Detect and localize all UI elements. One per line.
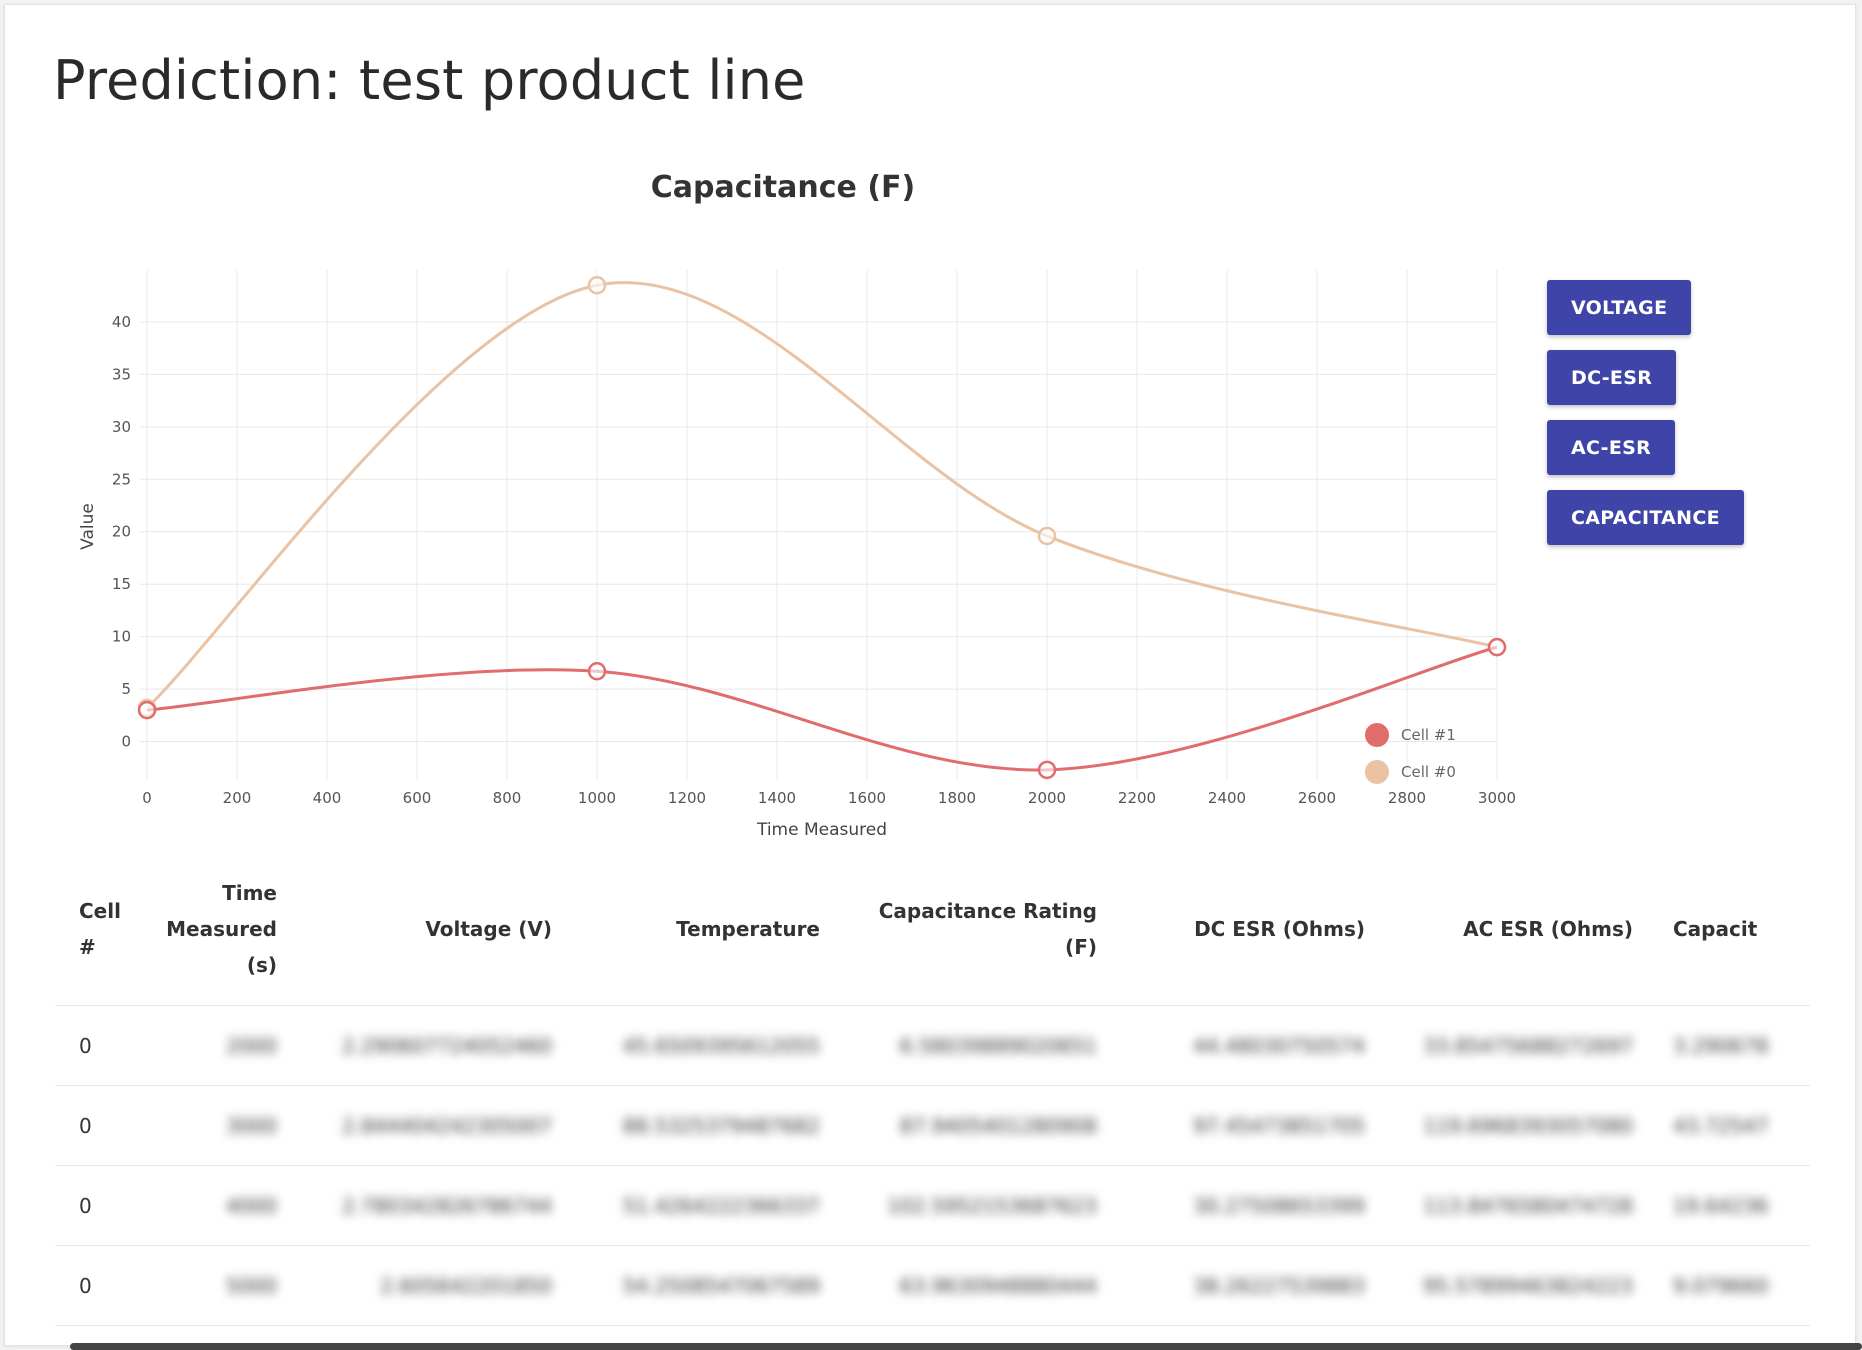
table-cell: 88.5325379487682 bbox=[572, 1085, 840, 1166]
table-cell: 38.26227539883 bbox=[1117, 1245, 1385, 1326]
cell-1-legend-label: Cell #1 bbox=[1401, 726, 1456, 744]
table-cell: 2000 bbox=[127, 1005, 297, 1086]
x-tick-label: 1400 bbox=[758, 789, 796, 807]
y-tick-label: 15 bbox=[112, 575, 131, 593]
x-tick-label: 0 bbox=[142, 789, 152, 807]
y-tick-label: 20 bbox=[112, 523, 131, 541]
y-tick-label: 25 bbox=[112, 470, 131, 488]
x-tick-label: 2200 bbox=[1118, 789, 1156, 807]
table-cell: 45.6509395612055 bbox=[572, 1005, 840, 1086]
table-cell: 44.48030750574 bbox=[1117, 1005, 1385, 1086]
x-tick-label: 2000 bbox=[1028, 789, 1066, 807]
horizontal-scrollbar[interactable] bbox=[70, 1343, 1862, 1350]
y-tick-label: 40 bbox=[112, 313, 131, 331]
capacitance-line-chart: 0 200 400 600 800 1000 1200 1400 1600 1800 2000 220… bbox=[78, 270, 1516, 840]
x-tick-label: 2800 bbox=[1388, 789, 1426, 807]
cell-1-data-point bbox=[137, 700, 157, 720]
x-tick-label: 2600 bbox=[1298, 789, 1336, 807]
prediction-card: Prediction: test product line Capacitanc… bbox=[4, 4, 1856, 1346]
page-title: Prediction: test product line bbox=[53, 49, 806, 112]
chart-title: Capacitance (F) bbox=[650, 170, 916, 205]
y-tick-label: 10 bbox=[112, 628, 131, 646]
y-tick-label: 35 bbox=[112, 365, 131, 383]
table-cell: 2.844404242305007 bbox=[297, 1085, 572, 1166]
x-tick-label: 1000 bbox=[578, 789, 616, 807]
y-tick-label: 5 bbox=[121, 680, 131, 698]
table-cell: 2.605642201850 bbox=[297, 1245, 572, 1326]
cell-1-data-point bbox=[587, 662, 607, 681]
column-header[interactable]: Capacit bbox=[1653, 853, 1810, 1006]
cell-0-series-line bbox=[145, 281, 1498, 710]
x-tick-label: 600 bbox=[403, 789, 432, 807]
table-cell: 43.72547 bbox=[1653, 1085, 1810, 1166]
table-cell: 33.85475688272697 bbox=[1385, 1005, 1653, 1086]
column-header[interactable]: Time Measured (s) bbox=[127, 853, 297, 1006]
ac-esr-button[interactable]: AC-ESR bbox=[1547, 420, 1676, 475]
column-header[interactable]: Capacitance Rating (F) bbox=[840, 853, 1117, 1006]
table-cell: 0 bbox=[55, 1245, 127, 1326]
cell-1-series-line bbox=[146, 645, 1498, 772]
column-header[interactable]: Voltage (V) bbox=[297, 853, 572, 1006]
table-row: 0 5000 2.605642201850 54.2508547067589 6… bbox=[55, 1245, 1810, 1326]
x-tick-label: 1800 bbox=[938, 789, 976, 807]
x-tick-label: 400 bbox=[313, 789, 342, 807]
dc-esr-button[interactable]: DC-ESR bbox=[1547, 350, 1677, 405]
cell-0-legend-marker bbox=[1365, 760, 1389, 784]
metric-button-group: VOLTAGE DC-ESR AC-ESR CAPACITANCE bbox=[1547, 280, 1744, 545]
cell-0-legend-label: Cell #0 bbox=[1401, 763, 1456, 781]
voltage-button[interactable]: VOLTAGE bbox=[1547, 280, 1692, 335]
table-cell: 3.290678 bbox=[1653, 1005, 1810, 1086]
table-cell: 0 bbox=[55, 1005, 127, 1086]
table-cell: 119.6968393057080 bbox=[1385, 1085, 1653, 1166]
cell-1-data-point bbox=[1487, 637, 1507, 657]
table-cell: 0 bbox=[55, 1165, 127, 1246]
x-tick-label: 2400 bbox=[1208, 789, 1246, 807]
table-cell: 30.27508653399 bbox=[1117, 1165, 1385, 1246]
y-tick-label: 30 bbox=[112, 418, 131, 436]
table-row: 0 3000 2.844404242305007 88.532537948768… bbox=[55, 1085, 1810, 1166]
table-cell: 97.45473851705 bbox=[1117, 1085, 1385, 1166]
x-tick-label: 1600 bbox=[848, 789, 886, 807]
table-cell: 87.9405401280908 bbox=[840, 1085, 1117, 1166]
table-cell: 9.079660 bbox=[1653, 1245, 1810, 1326]
column-header[interactable]: Temperature bbox=[572, 853, 840, 1006]
cell-1-data-point bbox=[1037, 760, 1057, 780]
x-axis-label: Time Measured bbox=[756, 820, 887, 840]
y-axis-label: Value bbox=[78, 503, 98, 550]
table-cell: 2.290607724052460 bbox=[297, 1005, 572, 1086]
table-cell: 6.58039889020651 bbox=[840, 1005, 1117, 1086]
y-tick-label: 0 bbox=[121, 733, 131, 751]
capacitance-button[interactable]: CAPACITANCE bbox=[1547, 490, 1744, 545]
cell-0-data-point bbox=[1037, 526, 1057, 546]
table-cell: 19.64236 bbox=[1653, 1165, 1810, 1246]
table-cell: 4000 bbox=[127, 1165, 297, 1246]
table-cell: 2.780342826786744 bbox=[297, 1165, 572, 1246]
table-cell: 0 bbox=[55, 1085, 127, 1166]
table-cell: 54.2508547067589 bbox=[572, 1245, 840, 1326]
cell-1-legend-marker bbox=[1365, 723, 1389, 747]
column-header[interactable]: Cell # bbox=[55, 853, 127, 1006]
table-cell: 95.57899463824223 bbox=[1385, 1245, 1653, 1326]
x-tick-label: 200 bbox=[223, 789, 252, 807]
x-tick-label: 1200 bbox=[668, 789, 706, 807]
x-tick-label: 3000 bbox=[1478, 789, 1516, 807]
cell-0-data-point bbox=[587, 275, 607, 295]
x-tick-label: 800 bbox=[493, 789, 522, 807]
table-header-row: Cell # Time Measured (s) Voltage (V) Tem… bbox=[55, 853, 1810, 1006]
measurements-table-container[interactable]: Cell # Time Measured (s) Voltage (V) Tem… bbox=[55, 853, 1810, 1343]
table-row: 0 4000 2.780342826786744 51.426422236633… bbox=[55, 1165, 1810, 1246]
column-header[interactable]: AC ESR (Ohms) bbox=[1385, 853, 1653, 1006]
table-cell: 113.8476580474728 bbox=[1385, 1165, 1653, 1246]
measurements-table: Cell # Time Measured (s) Voltage (V) Tem… bbox=[55, 853, 1810, 1326]
table-row: 0 2000 2.290607724052460 45.650939561205… bbox=[55, 1005, 1810, 1086]
table-cell: 5000 bbox=[127, 1245, 297, 1326]
table-cell: 102.5952153687623 bbox=[840, 1165, 1117, 1246]
table-cell: 51.4264222366337 bbox=[572, 1165, 840, 1246]
table-cell: 63.9630948880444 bbox=[840, 1245, 1117, 1326]
table-cell: 3000 bbox=[127, 1085, 297, 1166]
column-header[interactable]: DC ESR (Ohms) bbox=[1117, 853, 1385, 1006]
